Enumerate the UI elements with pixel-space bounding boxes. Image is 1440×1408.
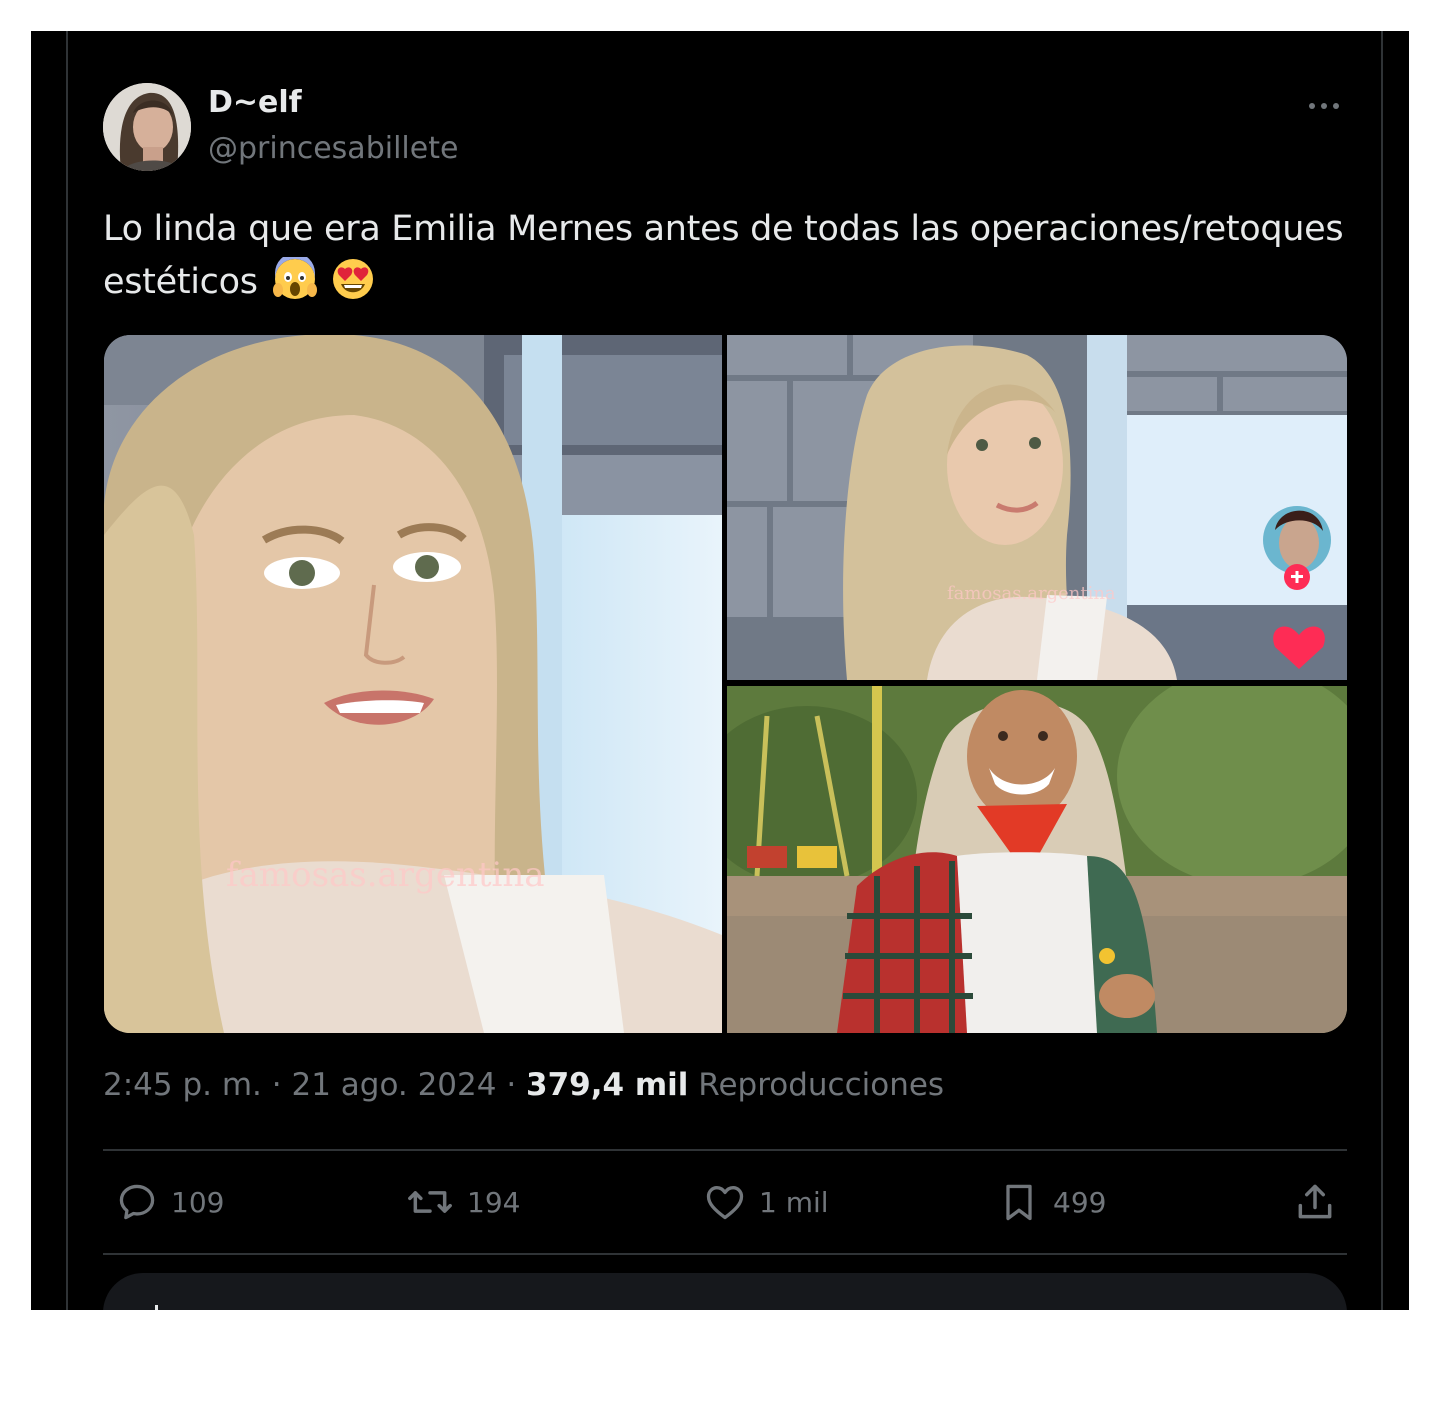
screaming-face-emoji-icon (272, 253, 317, 317)
tweet-text: Lo linda que era Emilia Mernes antes de … (103, 203, 1353, 317)
tweet-timestamp[interactable]: 2:45 p. m. · 21 ago. 2024 · (103, 1067, 526, 1103)
bookmark-icon (1006, 1184, 1032, 1221)
repost-count: 194 (467, 1185, 521, 1219)
divider-top (103, 1149, 1347, 1151)
reply-button[interactable]: 109 (115, 1179, 224, 1225)
media-grid[interactable]: famosas.argentina famosas.argentina (104, 335, 1347, 1033)
share-button[interactable] (1293, 1179, 1349, 1225)
more-options-icon[interactable] (1309, 93, 1345, 117)
share-icon (1298, 1184, 1332, 1219)
heart-eyes-emoji-icon (331, 257, 375, 317)
reply-count: 109 (171, 1185, 225, 1219)
user-handle[interactable]: @princesabillete (208, 131, 458, 166)
heart-icon (706, 1186, 744, 1220)
like-count: 1 mil (759, 1185, 829, 1219)
tweet-frame: D~elf @princesabillete Lo linda que era … (31, 31, 1409, 1310)
column-border-left (66, 31, 68, 1310)
reply-icon (119, 1184, 155, 1220)
photo-bottom-right[interactable] (727, 686, 1347, 1033)
photo-left[interactable]: famosas.argentina (104, 335, 722, 1033)
display-name[interactable]: D~elf (208, 85, 302, 120)
photo-top-right[interactable]: famosas.argentina (727, 335, 1347, 680)
bookmark-button[interactable]: 499 (997, 1179, 1106, 1225)
repost-button[interactable]: 194 (405, 1179, 520, 1225)
watermark-text-small: famosas.argentina (947, 583, 1116, 604)
divider-bottom (103, 1253, 1347, 1255)
repost-icon (408, 1191, 452, 1213)
column-border-right (1381, 31, 1383, 1310)
text-cursor (155, 1305, 158, 1310)
bookmark-count: 499 (1053, 1185, 1107, 1219)
reply-input[interactable] (103, 1273, 1347, 1310)
avatar[interactable] (103, 83, 191, 171)
tweet-meta: 2:45 p. m. · 21 ago. 2024 · 379,4 mil Re… (103, 1067, 944, 1103)
like-button[interactable]: 1 mil (703, 1179, 829, 1225)
views-label: Reproducciones (688, 1067, 945, 1103)
views-count[interactable]: 379,4 mil (526, 1067, 688, 1103)
watermark-text: famosas.argentina (226, 855, 545, 895)
